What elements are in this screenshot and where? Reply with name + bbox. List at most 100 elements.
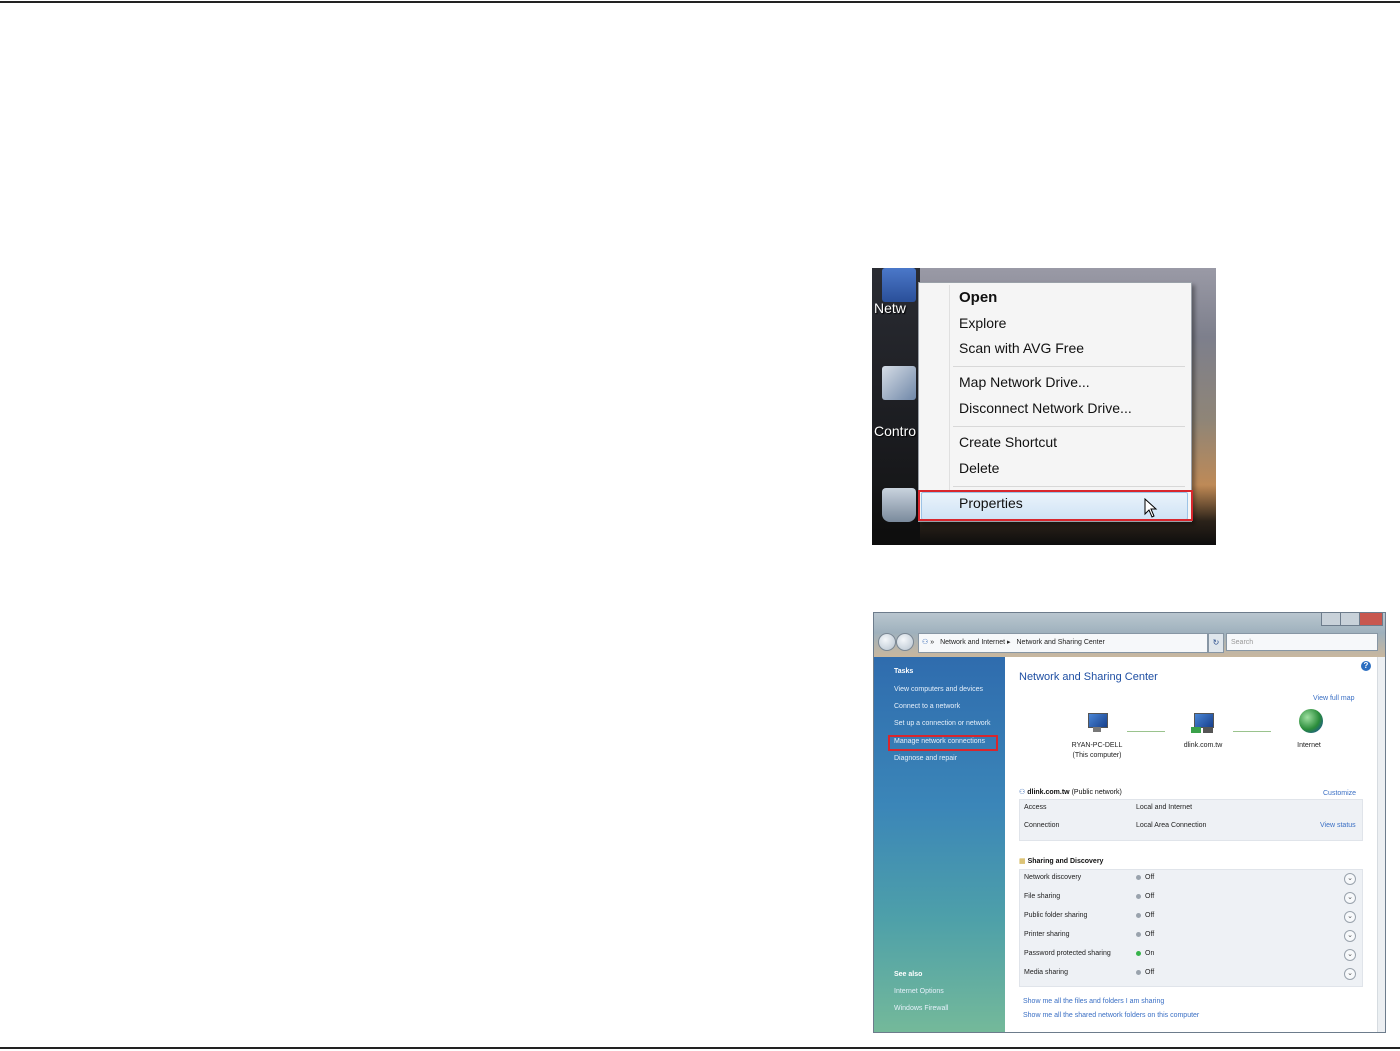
sharing-row-label: File sharing [1024, 893, 1061, 900]
sharing-row-value: Off [1145, 893, 1155, 900]
status-on-icon [1136, 950, 1141, 956]
connection-label: Connection [1024, 822, 1060, 829]
sharing-row-status: On [1136, 950, 1154, 957]
map-node-internet[interactable]: Internet [1269, 709, 1349, 751]
sharing-row-value: On [1145, 950, 1155, 957]
menu-item-delete[interactable]: Delete [959, 460, 999, 476]
menu-separator [953, 426, 1185, 427]
map-node-network[interactable]: dlink.com.tw [1163, 713, 1243, 751]
sharing-row-status: Off [1136, 893, 1154, 900]
page-title: Network and Sharing Center [1019, 671, 1158, 683]
network-icon [1191, 713, 1215, 735]
network-icon[interactable] [882, 268, 916, 302]
task-view-computers[interactable]: View computers and devices [894, 686, 983, 693]
vertical-scrollbar[interactable] [1377, 657, 1385, 1032]
breadcrumb-network-and-sharing-center[interactable]: Network and Sharing Center [1017, 639, 1105, 646]
sharing-section-heading: ▦ Sharing and Discovery [1019, 857, 1103, 865]
see-also-heading: See also [894, 971, 923, 978]
recycle-bin-icon[interactable] [882, 488, 916, 522]
computer-sub: (This computer) [1072, 752, 1122, 759]
menu-item-scan-avg[interactable]: Scan with AVG Free [959, 340, 1084, 356]
menu-item-disconnect-network-drive[interactable]: Disconnect Network Drive... [959, 400, 1132, 416]
show-shared-folders-link[interactable]: Show me all the shared network folders o… [1023, 1012, 1199, 1019]
sharing-row-value: Off [1145, 912, 1155, 919]
chevron-down-icon[interactable]: ⌄ [1344, 949, 1356, 961]
view-status-link[interactable]: View status [1320, 822, 1356, 829]
top-rule [0, 1, 1400, 3]
desktop-icon-label-control-panel[interactable]: Contro [874, 423, 916, 439]
manage-connections-highlight-box [888, 735, 998, 751]
network-name-label: dlink.com.tw [1027, 789, 1070, 796]
globe-icon [1297, 709, 1323, 735]
menu-separator [953, 486, 1185, 487]
status-off-icon [1136, 874, 1141, 880]
connection-value: Local Area Connection [1136, 822, 1207, 829]
chevron-down-icon[interactable]: ⌄ [1344, 930, 1356, 942]
network-details-panel: Access Local and Internet Connection Loc… [1019, 799, 1363, 841]
menu-item-explore[interactable]: Explore [959, 315, 1006, 331]
maximize-icon[interactable] [1340, 613, 1360, 626]
network-name: dlink.com.tw [1183, 742, 1223, 749]
sharing-row-label: Public folder sharing [1024, 912, 1088, 919]
control-panel-icon[interactable] [882, 366, 916, 400]
sharing-row-label: Printer sharing [1024, 931, 1070, 938]
menu-item-map-network-drive[interactable]: Map Network Drive... [959, 374, 1090, 390]
window-title-bar: ⚇ » Network and Internet ▸ Network and S… [874, 613, 1385, 657]
show-shared-files-link[interactable]: Show me all the files and folders I am s… [1023, 998, 1164, 1005]
search-input[interactable]: Search [1226, 633, 1378, 651]
forward-button[interactable] [896, 633, 914, 651]
help-icon[interactable]: ? [1361, 661, 1371, 671]
sharing-row-status: Off [1136, 931, 1154, 938]
chevron-down-icon[interactable]: ⌄ [1344, 873, 1356, 885]
window-controls [1321, 613, 1383, 626]
sharing-row-label: Media sharing [1024, 969, 1068, 976]
menu-item-create-shortcut[interactable]: Create Shortcut [959, 434, 1057, 450]
sharing-row-value: Off [1145, 969, 1155, 976]
menu-item-open[interactable]: Open [959, 289, 997, 306]
breadcrumb-network-and-internet[interactable]: Network and Internet [940, 639, 1005, 646]
sharing-icon: ▦ [1019, 858, 1026, 865]
sharing-row-label: Password protected sharing [1024, 950, 1111, 957]
bottom-rule [0, 1047, 1400, 1049]
status-off-icon [1136, 893, 1141, 899]
sharing-row-status: Off [1136, 874, 1154, 881]
computer-icon [1085, 713, 1109, 735]
view-full-map-link[interactable]: View full map [1313, 695, 1355, 702]
status-off-icon [1136, 969, 1141, 975]
network-section-heading: ⚇ dlink.com.tw (Public network) [1019, 788, 1122, 796]
sharing-row-value: Off [1145, 874, 1155, 881]
mouse-cursor-icon [1144, 498, 1158, 518]
computer-name: RYAN-PC-DELL [1071, 742, 1123, 749]
link-internet-options[interactable]: Internet Options [894, 988, 944, 995]
status-off-icon [1136, 931, 1141, 937]
network-status-icon: ⚇ [1019, 789, 1026, 796]
minimize-icon[interactable] [1321, 613, 1341, 626]
context-menu: Open Explore Scan with AVG Free Map Netw… [918, 282, 1192, 522]
address-bar[interactable]: ⚇ » Network and Internet ▸ Network and S… [918, 633, 1208, 653]
access-value: Local and Internet [1136, 804, 1193, 811]
link-windows-firewall[interactable]: Windows Firewall [894, 1005, 948, 1012]
chevron-down-icon[interactable]: ⌄ [1344, 968, 1356, 980]
sharing-row-status: Off [1136, 969, 1154, 976]
chevron-down-icon[interactable]: ⌄ [1344, 892, 1356, 904]
task-connect-network[interactable]: Connect to a network [894, 703, 960, 710]
close-icon[interactable] [1359, 613, 1383, 626]
internet-label: Internet [1297, 742, 1321, 749]
map-connection-line [1127, 731, 1165, 732]
sharing-row-status: Off [1136, 912, 1154, 919]
sharing-row-label: Network discovery [1024, 874, 1082, 881]
desktop-icon-label-network[interactable]: Netw [874, 300, 906, 316]
customize-link[interactable]: Customize [1323, 790, 1356, 797]
task-setup-connection[interactable]: Set up a connection or network [894, 720, 991, 727]
menu-separator [953, 366, 1185, 367]
back-button[interactable] [878, 633, 896, 651]
refresh-icon[interactable]: ↻ [1208, 633, 1224, 653]
network-icon: ⚇ [922, 639, 929, 646]
tasks-heading: Tasks [894, 668, 914, 675]
map-node-this-computer[interactable]: RYAN-PC-DELL (This computer) [1057, 713, 1137, 761]
chevron-down-icon[interactable]: ⌄ [1344, 911, 1356, 923]
network-sharing-center-screenshot: ⚇ » Network and Internet ▸ Network and S… [873, 612, 1386, 1033]
task-diagnose-repair[interactable]: Diagnose and repair [894, 755, 957, 762]
breadcrumb-arrow-icon: ▸ [1007, 639, 1011, 646]
access-label: Access [1024, 804, 1047, 811]
